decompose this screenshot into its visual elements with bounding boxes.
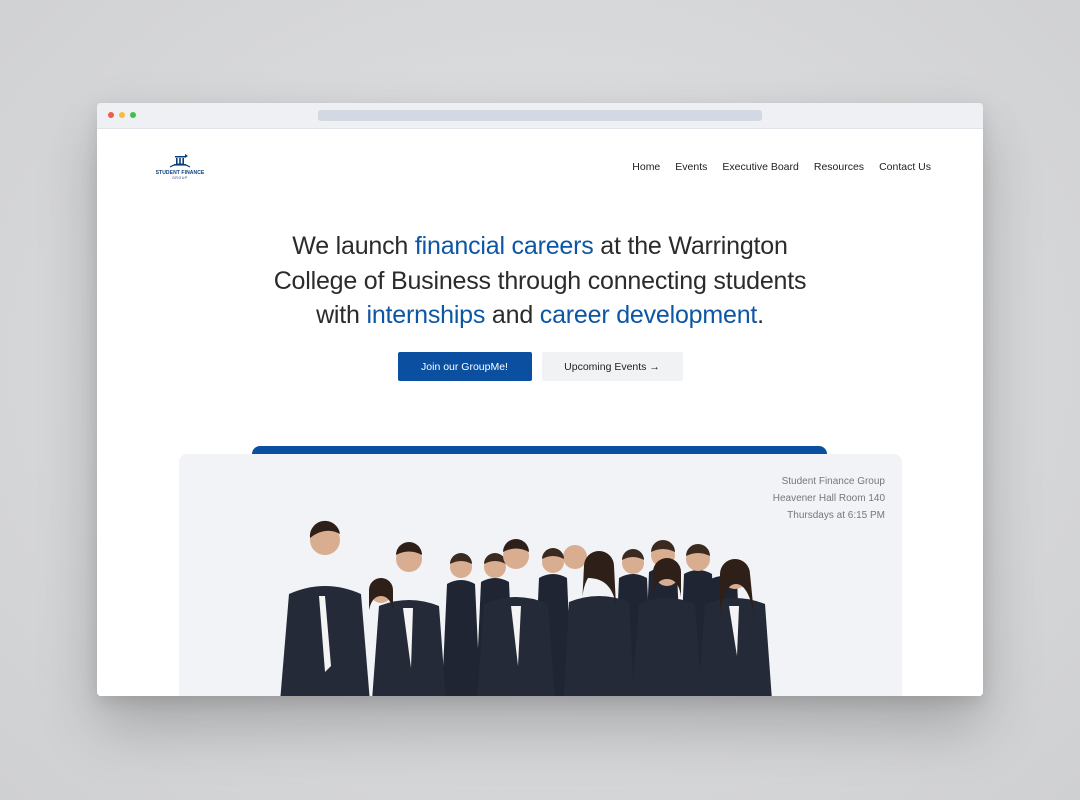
maximize-window-icon[interactable]: [130, 112, 136, 118]
page-content: STUDENT FINANCE GROUP Home Events Execut…: [97, 129, 983, 696]
nav-home[interactable]: Home: [632, 161, 660, 173]
upcoming-events-button[interactable]: Upcoming Events →: [541, 352, 683, 381]
hero-text: We launch: [292, 232, 415, 260]
hero-highlight: internships: [366, 301, 486, 329]
address-bar[interactable]: [318, 110, 762, 121]
hero-highlight: financial careers: [414, 232, 594, 260]
browser-window: STUDENT FINANCE GROUP Home Events Execut…: [97, 103, 983, 696]
browser-titlebar: [97, 103, 983, 129]
group-photo: [280, 520, 772, 696]
hero-actions: Join our GroupMe! Upcoming Events →: [97, 352, 983, 381]
hero-line-1: We launch financial careers at the Warri…: [97, 229, 983, 264]
hero-text: with: [316, 301, 367, 329]
minimize-window-icon[interactable]: [119, 112, 125, 118]
logo-subtext: GROUP: [172, 176, 188, 180]
nav-executive-board[interactable]: Executive Board: [722, 161, 798, 173]
hero-text: at the Warrington: [593, 232, 788, 260]
hero-line-3: with internships and career development.: [97, 298, 983, 333]
nav-resources[interactable]: Resources: [814, 161, 864, 173]
hero-text: and: [485, 301, 540, 329]
main-nav: Home Events Executive Board Resources Co…: [632, 161, 931, 173]
hero-highlight: career development: [539, 301, 758, 329]
hero-text: .: [757, 301, 764, 329]
logo-emblem-icon: [169, 154, 191, 168]
close-window-icon[interactable]: [108, 112, 114, 118]
nav-contact-us[interactable]: Contact Us: [879, 161, 931, 173]
join-groupme-button[interactable]: Join our GroupMe!: [397, 352, 532, 381]
hero-headline: We launch financial careers at the Warri…: [97, 229, 983, 333]
window-controls: [108, 112, 136, 118]
hero-line-2: College of Business through connecting s…: [273, 266, 807, 295]
nav-events[interactable]: Events: [675, 161, 707, 173]
group-photo-card: Student Finance Group Heavener Hall Room…: [179, 454, 902, 696]
site-logo[interactable]: STUDENT FINANCE GROUP: [152, 153, 208, 181]
